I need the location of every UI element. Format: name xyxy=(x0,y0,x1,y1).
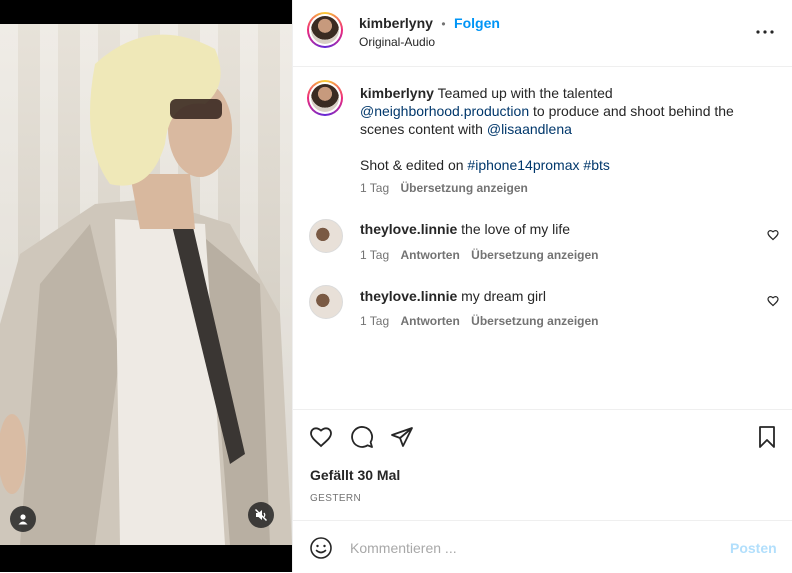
comment-translate[interactable]: Übersetzung anzeigen xyxy=(471,248,598,262)
more-options-button[interactable] xyxy=(755,24,775,40)
caption-time[interactable]: 1 Tag xyxy=(360,181,389,195)
hashtag-bts[interactable]: #bts xyxy=(583,157,609,173)
caption-line2: Shot & edited on #iphone14promax #bts xyxy=(360,157,610,173)
author-avatar[interactable] xyxy=(307,12,343,48)
more-horizontal-icon xyxy=(756,30,774,34)
post-date[interactable]: GESTERN xyxy=(310,493,361,504)
user-icon xyxy=(18,514,28,525)
user-tags-button[interactable] xyxy=(10,506,36,532)
reply-button[interactable]: Antworten xyxy=(400,248,459,262)
speaker-muted-icon xyxy=(254,508,268,522)
comment-text: theylove.linnie the love of my life xyxy=(360,221,571,237)
comment-avatar[interactable] xyxy=(309,219,343,253)
comment-translate[interactable]: Übersetzung anzeigen xyxy=(471,314,598,328)
bookmark-save-icon[interactable] xyxy=(755,425,779,449)
caption-username[interactable]: kimberlyny xyxy=(360,85,434,101)
person-illustration xyxy=(0,34,292,545)
author-username[interactable]: kimberlyny xyxy=(359,15,433,31)
share-paper-plane-icon[interactable] xyxy=(390,425,414,449)
post-comment-button[interactable]: Posten xyxy=(730,540,777,556)
comment-bubble-icon[interactable] xyxy=(350,425,374,449)
comment-meta: 1 Tag Antworten Übersetzung anzeigen xyxy=(360,314,599,328)
media-pane xyxy=(0,0,292,572)
post-dialog: kimberlyny • Folgen Original-Audio kimbe… xyxy=(0,0,792,572)
caption-translate[interactable]: Übersetzung anzeigen xyxy=(400,181,527,195)
comment-like-heart-icon[interactable] xyxy=(767,229,779,241)
separator-dot: • xyxy=(441,17,446,31)
caption-meta: 1 Tag Übersetzung anzeigen xyxy=(360,181,528,195)
caption-text: kimberlyny Teamed up with the talented @… xyxy=(360,85,734,137)
like-heart-icon[interactable] xyxy=(309,425,333,449)
follow-button[interactable]: Folgen xyxy=(454,15,500,31)
post-video[interactable] xyxy=(0,24,292,545)
comment-input[interactable]: Kommentieren ... xyxy=(350,540,457,556)
mention-neighborhood[interactable]: @neighborhood.production xyxy=(360,103,529,119)
likes-count[interactable]: Gefällt 30 Mal xyxy=(310,467,400,483)
emoji-icon[interactable] xyxy=(309,536,333,560)
comment-composer: Kommentieren ... Posten xyxy=(293,520,792,573)
audio-label[interactable]: Original-Audio xyxy=(359,35,435,49)
reply-button[interactable]: Antworten xyxy=(400,314,459,328)
comment-avatar[interactable] xyxy=(309,285,343,319)
hashtag-iphone14promax[interactable]: #iphone14promax xyxy=(467,157,579,173)
post-actions: Gefällt 30 Mal GESTERN xyxy=(293,409,792,520)
comment-username[interactable]: theylove.linnie xyxy=(360,221,457,237)
caption-avatar[interactable] xyxy=(307,80,343,116)
mute-button[interactable] xyxy=(248,502,274,528)
post-header: kimberlyny • Folgen Original-Audio xyxy=(293,0,792,67)
comment-time[interactable]: 1 Tag xyxy=(360,314,389,328)
comment-like-heart-icon[interactable] xyxy=(767,295,779,307)
mention-lisaandlena[interactable]: @lisaandlena xyxy=(487,121,572,137)
post-sidebar: kimberlyny • Folgen Original-Audio kimbe… xyxy=(292,0,792,572)
comment-username[interactable]: theylove.linnie xyxy=(360,288,457,304)
comment-text: theylove.linnie my dream girl xyxy=(360,288,546,304)
comment-meta: 1 Tag Antworten Übersetzung anzeigen xyxy=(360,248,599,262)
comment-time[interactable]: 1 Tag xyxy=(360,248,389,262)
